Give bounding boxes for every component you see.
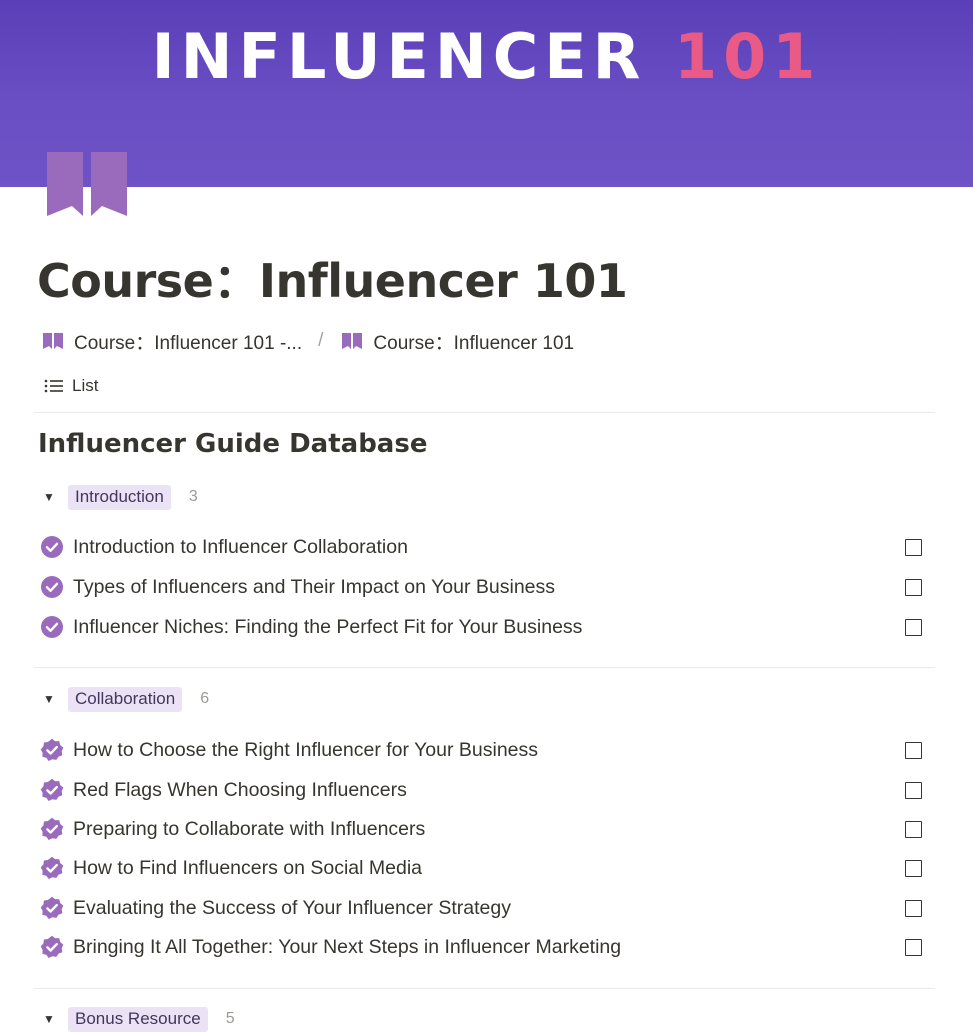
group-tag: Collaboration bbox=[68, 686, 183, 712]
item-checkbox[interactable] bbox=[905, 741, 922, 759]
list-item[interactable]: Red Flags When Choosing Influencers bbox=[40, 774, 924, 806]
group-count: 6 bbox=[200, 690, 210, 707]
list-item[interactable]: Bringing It All Together: Your Next Step… bbox=[40, 931, 924, 963]
open-book-icon bbox=[43, 333, 63, 349]
breadcrumb-item-parent[interactable]: Course：Influencer 101 -... bbox=[42, 328, 302, 355]
collapse-toggle-icon[interactable]: ▼ bbox=[42, 1012, 56, 1026]
list-item[interactable]: How to Find Influencers on Social Media bbox=[40, 852, 924, 884]
group-header-bonus-resource[interactable]: ▼ Bonus Resource 5 bbox=[42, 1006, 235, 1032]
verified-badge-icon bbox=[40, 817, 64, 840]
list-item[interactable]: Evaluating the Success of Your Influence… bbox=[40, 892, 924, 924]
breadcrumb: Course：Influencer 101 -... / Course：Infl… bbox=[42, 328, 574, 354]
breadcrumb-item-current[interactable]: Course：Influencer 101 bbox=[341, 328, 574, 355]
open-book-icon[interactable] bbox=[44, 150, 130, 220]
list-icon bbox=[44, 379, 63, 393]
item-checkbox[interactable] bbox=[905, 938, 922, 956]
item-title: Types of Influencers and Their Impact on… bbox=[73, 575, 556, 598]
item-checkbox[interactable] bbox=[905, 578, 922, 596]
item-title: Introduction to Influencer Collaboration bbox=[73, 535, 408, 558]
item-title: Evaluating the Success of Your Influence… bbox=[73, 896, 511, 919]
divider bbox=[34, 667, 935, 668]
list-item[interactable]: Preparing to Collaborate with Influencer… bbox=[40, 813, 924, 845]
item-title: Influencer Niches: Finding the Perfect F… bbox=[73, 615, 583, 638]
collapse-toggle-icon[interactable]: ▼ bbox=[42, 490, 56, 504]
item-checkbox[interactable] bbox=[905, 538, 922, 556]
item-title: Bringing It All Together: Your Next Step… bbox=[73, 935, 622, 958]
list-item[interactable]: How to Choose the Right Influencer for Y… bbox=[40, 734, 924, 766]
divider bbox=[34, 412, 935, 413]
collapse-toggle-icon[interactable]: ▼ bbox=[42, 692, 56, 706]
open-book-icon bbox=[342, 333, 363, 349]
group-header-collaboration[interactable]: ▼ Collaboration 6 bbox=[42, 686, 209, 712]
view-tab-list[interactable]: List bbox=[44, 376, 98, 396]
verified-badge-icon bbox=[40, 896, 64, 919]
item-checkbox[interactable] bbox=[905, 859, 922, 877]
verified-badge-icon bbox=[40, 856, 64, 879]
page-title: Course：Influencer 101 bbox=[37, 254, 628, 308]
cover-title: INFLUENCER 101 bbox=[0, 24, 973, 90]
divider bbox=[34, 988, 935, 989]
group-tag: Bonus Resource bbox=[68, 1006, 208, 1032]
item-checkbox[interactable] bbox=[905, 618, 922, 636]
list-item[interactable]: Types of Influencers and Their Impact on… bbox=[40, 571, 924, 603]
list-item[interactable]: Introduction to Influencer Collaboration bbox=[40, 531, 924, 563]
breadcrumb-label: Course：Influencer 101 bbox=[373, 332, 575, 354]
verified-badge-icon bbox=[40, 935, 64, 958]
item-title: How to Choose the Right Influencer for Y… bbox=[73, 738, 539, 761]
check-circle-icon bbox=[41, 536, 63, 558]
check-circle-icon bbox=[41, 616, 63, 638]
group-count: 5 bbox=[225, 1010, 235, 1027]
verified-badge-icon bbox=[40, 778, 64, 801]
list-item[interactable]: Influencer Niches: Finding the Perfect F… bbox=[40, 611, 924, 643]
item-title: Preparing to Collaborate with Influencer… bbox=[73, 817, 426, 840]
item-checkbox[interactable] bbox=[905, 820, 922, 838]
item-checkbox[interactable] bbox=[905, 899, 922, 917]
breadcrumb-separator: / bbox=[318, 330, 324, 351]
item-checkbox[interactable] bbox=[905, 781, 922, 799]
item-title: How to Find Influencers on Social Media bbox=[73, 856, 423, 879]
database-title[interactable]: Influencer Guide Database bbox=[38, 427, 427, 461]
group-header-introduction[interactable]: ▼ Introduction 3 bbox=[42, 484, 198, 510]
view-tab-label: List bbox=[72, 376, 99, 395]
cover-title-accent: 101 bbox=[673, 20, 822, 93]
group-tag: Introduction bbox=[68, 484, 171, 510]
breadcrumb-label: Course：Influencer 101 -... bbox=[74, 332, 303, 354]
check-circle-icon bbox=[41, 576, 63, 598]
cover-title-main: INFLUENCER bbox=[151, 20, 647, 93]
verified-badge-icon bbox=[40, 738, 64, 761]
item-title: Red Flags When Choosing Influencers bbox=[73, 778, 407, 801]
group-count: 3 bbox=[188, 488, 198, 505]
cover-banner: INFLUENCER 101 bbox=[0, 0, 973, 187]
